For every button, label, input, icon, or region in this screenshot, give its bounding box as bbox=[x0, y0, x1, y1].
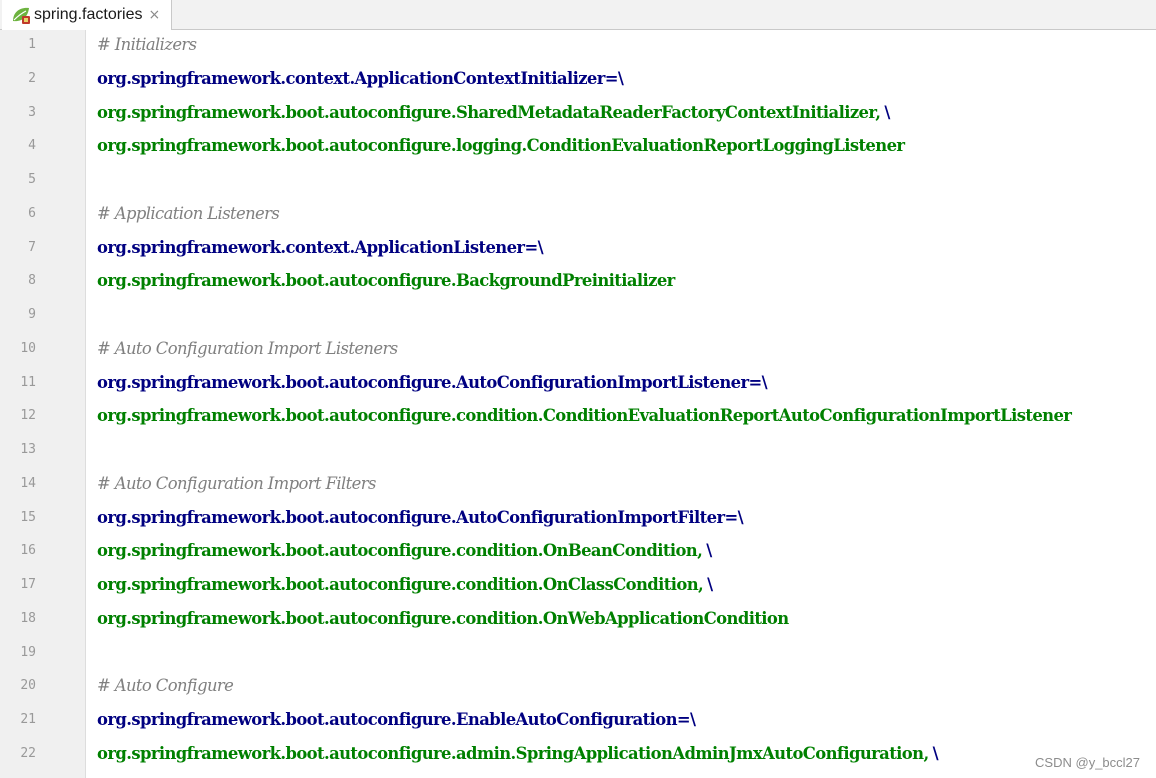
line-continuation: \ bbox=[884, 102, 890, 122]
code-line[interactable]: 10 # Auto Configuration Import Listeners bbox=[0, 334, 1156, 368]
code-text: # Auto Configuration Import Listeners bbox=[97, 339, 398, 358]
line-number: 10 bbox=[20, 340, 36, 356]
code-line[interactable]: 7 org.springframework.context.Application… bbox=[0, 233, 1156, 267]
line-number: 13 bbox=[20, 442, 36, 457]
code-token: org.springframework.boot.autoconfigure.A… bbox=[97, 372, 768, 392]
code-line[interactable]: 13 bbox=[0, 435, 1156, 469]
code-text: org.springframework.boot.autoconfigure.l… bbox=[97, 136, 905, 156]
code-line[interactable]: 19 bbox=[0, 638, 1156, 672]
line-number: 9 bbox=[28, 307, 36, 322]
code-token: org.springframework.context.ApplicationC… bbox=[97, 68, 624, 88]
code-text: org.springframework.boot.autoconfigure.c… bbox=[97, 541, 712, 560]
line-number: 18 bbox=[20, 610, 36, 626]
code-token: org.springframework.boot.autoconfigure.c… bbox=[97, 541, 703, 561]
code-text: # Auto Configure bbox=[97, 676, 234, 696]
editor-tab-bar: spring.factories × bbox=[0, 0, 1156, 30]
code-token: org.springframework.boot.autoconfigure.c… bbox=[97, 406, 1072, 426]
line-number: 4 bbox=[28, 138, 36, 154]
code-token: # Auto Configuration Import Filters bbox=[97, 473, 376, 493]
code-line[interactable]: 21 org.springframework.boot.autoconfigure… bbox=[0, 705, 1156, 739]
code-line[interactable]: 14 # Auto Configuration Import Filters bbox=[0, 469, 1156, 503]
code-token: org.springframework.boot.autoconfigure.c… bbox=[97, 608, 789, 628]
line-number: 5 bbox=[28, 172, 36, 187]
code-token: org.springframework.boot.autoconfigure.l… bbox=[97, 136, 905, 156]
code-line[interactable]: 4 org.springframework.boot.autoconfigure.… bbox=[0, 131, 1156, 165]
code-editor[interactable]: 1 # Initializers 2 org.springframework.cont… bbox=[0, 30, 1156, 778]
code-text: # Auto Configuration Import Filters bbox=[97, 474, 376, 493]
code-line[interactable]: 8 org.springframework.boot.autoconfigure.… bbox=[0, 266, 1156, 300]
code-text: org.springframework.context.ApplicationL… bbox=[97, 237, 544, 257]
code-text: org.springframework.context.ApplicationC… bbox=[97, 68, 624, 88]
tab-label: spring.factories bbox=[34, 6, 143, 23]
code-line[interactable]: 5 bbox=[0, 165, 1156, 199]
code-line[interactable]: 22 org.springframework.boot.autoconfigure… bbox=[0, 739, 1156, 773]
code-token: # Initializers bbox=[97, 35, 197, 54]
line-number: 7 bbox=[28, 239, 36, 255]
code-line[interactable]: 18 org.springframework.boot.autoconfigure… bbox=[0, 604, 1156, 638]
code-line[interactable]: 17 org.springframework.boot.autoconfigure… bbox=[0, 570, 1156, 604]
code-token: org.springframework.boot.autoconfigure.S… bbox=[97, 102, 881, 122]
code-line[interactable]: 3 org.springframework.boot.autoconfigure.… bbox=[0, 98, 1156, 132]
code-text: org.springframework.boot.autoconfigure.c… bbox=[97, 609, 789, 628]
code-text: org.springframework.boot.autoconfigure.S… bbox=[97, 103, 890, 122]
code-text: org.springframework.boot.autoconfigure.A… bbox=[97, 372, 768, 392]
code-line[interactable]: 2 org.springframework.context.Application… bbox=[0, 64, 1156, 98]
code-text: org.springframework.boot.autoconfigure.B… bbox=[97, 271, 675, 290]
code-text: org.springframework.boot.autoconfigure.E… bbox=[97, 710, 696, 729]
code-text: org.springframework.boot.autoconfigure.A… bbox=[97, 507, 744, 527]
code-token: # Auto Configure bbox=[97, 676, 234, 696]
code-token: org.springframework.boot.autoconfigure.a… bbox=[97, 743, 929, 763]
code-line[interactable]: 12 org.springframework.boot.autoconfigure… bbox=[0, 401, 1156, 435]
line-number: 22 bbox=[20, 745, 36, 761]
line-number: 15 bbox=[20, 509, 36, 525]
line-number: 17 bbox=[20, 577, 36, 592]
spring-leaf-icon bbox=[13, 7, 30, 24]
line-continuation: \ bbox=[707, 575, 713, 594]
code-token: org.springframework.boot.autoconfigure.c… bbox=[97, 575, 704, 594]
line-number: 1 bbox=[28, 37, 36, 52]
line-number: 8 bbox=[28, 273, 36, 289]
code-text: # Application Listeners bbox=[97, 203, 280, 223]
code-token: # Auto Configuration Import Listeners bbox=[97, 338, 398, 358]
code-text: org.springframework.boot.autoconfigure.c… bbox=[97, 406, 1072, 426]
line-number: 19 bbox=[20, 644, 36, 660]
line-number: 3 bbox=[28, 104, 36, 120]
code-line[interactable]: 9 bbox=[0, 300, 1156, 334]
line-number: 12 bbox=[20, 408, 36, 424]
code-token: org.springframework.context.ApplicationL… bbox=[97, 237, 544, 257]
code-token: org.springframework.boot.autoconfigure.A… bbox=[97, 507, 744, 527]
line-number: 16 bbox=[20, 543, 36, 559]
code-token: org.springframework.boot.autoconfigure.E… bbox=[97, 710, 696, 729]
code-text: org.springframework.boot.autoconfigure.a… bbox=[97, 743, 939, 763]
code-text: # Initializers bbox=[97, 35, 197, 54]
line-number: 11 bbox=[20, 374, 36, 390]
watermark: CSDN @y_bccl27 bbox=[1035, 755, 1140, 770]
line-number: 6 bbox=[28, 205, 36, 221]
code-line[interactable]: 1 # Initializers bbox=[0, 30, 1156, 64]
line-number: 2 bbox=[28, 70, 36, 86]
code-line[interactable]: 15 org.springframework.boot.autoconfigure… bbox=[0, 503, 1156, 537]
line-number: 14 bbox=[20, 475, 36, 491]
code-token: # Application Listeners bbox=[97, 203, 280, 223]
tab-spring-factories[interactable]: spring.factories × bbox=[2, 0, 172, 30]
line-continuation: \ bbox=[706, 541, 712, 561]
line-number: 21 bbox=[20, 712, 36, 727]
code-line[interactable]: 11 org.springframework.boot.autoconfigure… bbox=[0, 368, 1156, 402]
code-token: org.springframework.boot.autoconfigure.B… bbox=[97, 271, 675, 291]
code-line[interactable]: 20 # Auto Configure bbox=[0, 671, 1156, 705]
code-text: org.springframework.boot.autoconfigure.c… bbox=[97, 575, 713, 594]
line-continuation: \ bbox=[932, 743, 939, 763]
code-line[interactable]: 16 org.springframework.boot.autoconfigure… bbox=[0, 536, 1156, 570]
code-line[interactable]: 6 # Application Listeners bbox=[0, 199, 1156, 233]
line-number: 20 bbox=[20, 678, 36, 694]
close-icon[interactable]: × bbox=[149, 7, 161, 23]
